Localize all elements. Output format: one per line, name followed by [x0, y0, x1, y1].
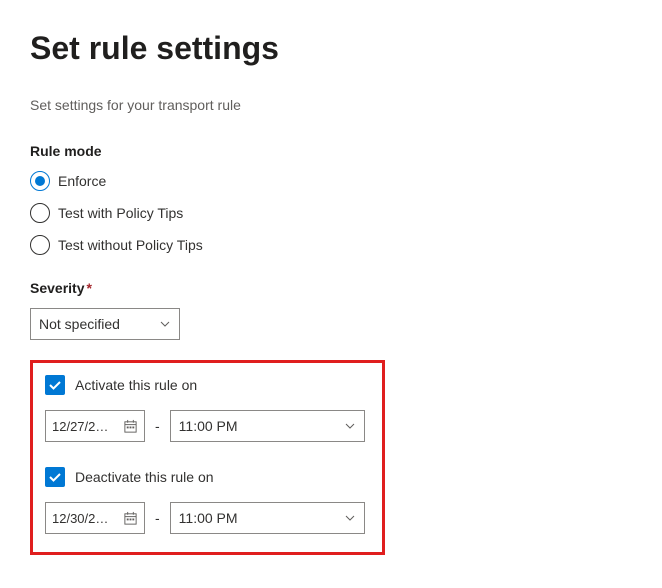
deactivate-separator: -: [155, 510, 160, 526]
severity-label: Severity*: [30, 280, 632, 296]
chevron-down-icon: [344, 420, 356, 432]
activate-separator: -: [155, 418, 160, 434]
activate-date-value: 12/27/2…: [52, 419, 108, 434]
deactivate-time-value: 11:00 PM: [179, 510, 238, 526]
activate-time-select[interactable]: 11:00 PM: [170, 410, 365, 442]
chevron-down-icon: [344, 512, 356, 524]
radio-circle-icon: [30, 203, 50, 223]
calendar-icon: [123, 511, 138, 526]
deactivate-checkbox[interactable]: [45, 467, 65, 487]
page-title: Set rule settings: [30, 30, 632, 67]
activate-date-time-row: 12/27/2… - 11:00 PM: [45, 410, 370, 442]
severity-value: Not specified: [39, 316, 120, 332]
required-asterisk: *: [86, 280, 91, 296]
activate-date-input[interactable]: 12/27/2…: [45, 410, 145, 442]
severity-section: Severity* Not specified: [30, 280, 632, 340]
deactivate-label: Deactivate this rule on: [75, 469, 214, 485]
checkmark-icon: [48, 378, 62, 392]
rule-mode-label: Rule mode: [30, 143, 632, 159]
page-description: Set settings for your transport rule: [30, 97, 632, 113]
radio-circle-icon: [30, 235, 50, 255]
calendar-icon: [123, 419, 138, 434]
deactivate-date-input[interactable]: 12/30/2…: [45, 502, 145, 534]
activate-label: Activate this rule on: [75, 377, 197, 393]
radio-option-test-without-tips[interactable]: Test without Policy Tips: [30, 235, 632, 255]
checkmark-icon: [48, 470, 62, 484]
rule-mode-section: Rule mode Enforce Test with Policy Tips …: [30, 143, 632, 255]
deactivate-date-time-row: 12/30/2… - 11:00 PM: [45, 502, 370, 534]
radio-option-enforce[interactable]: Enforce: [30, 171, 632, 191]
chevron-down-icon: [159, 318, 171, 330]
radio-circle-icon: [30, 171, 50, 191]
deactivate-time-select[interactable]: 11:00 PM: [170, 502, 365, 534]
radio-label: Test without Policy Tips: [58, 237, 203, 253]
date-rules-highlight: Activate this rule on 12/27/2… - 11:00 P…: [30, 360, 385, 555]
radio-option-test-with-tips[interactable]: Test with Policy Tips: [30, 203, 632, 223]
deactivate-checkbox-row: Deactivate this rule on: [45, 467, 370, 487]
severity-select[interactable]: Not specified: [30, 308, 180, 340]
radio-label: Test with Policy Tips: [58, 205, 183, 221]
activate-checkbox-row: Activate this rule on: [45, 375, 370, 395]
radio-label: Enforce: [58, 173, 106, 189]
deactivate-date-value: 12/30/2…: [52, 511, 108, 526]
activate-checkbox[interactable]: [45, 375, 65, 395]
rule-mode-radio-group: Enforce Test with Policy Tips Test witho…: [30, 171, 632, 255]
activate-time-value: 11:00 PM: [179, 418, 238, 434]
